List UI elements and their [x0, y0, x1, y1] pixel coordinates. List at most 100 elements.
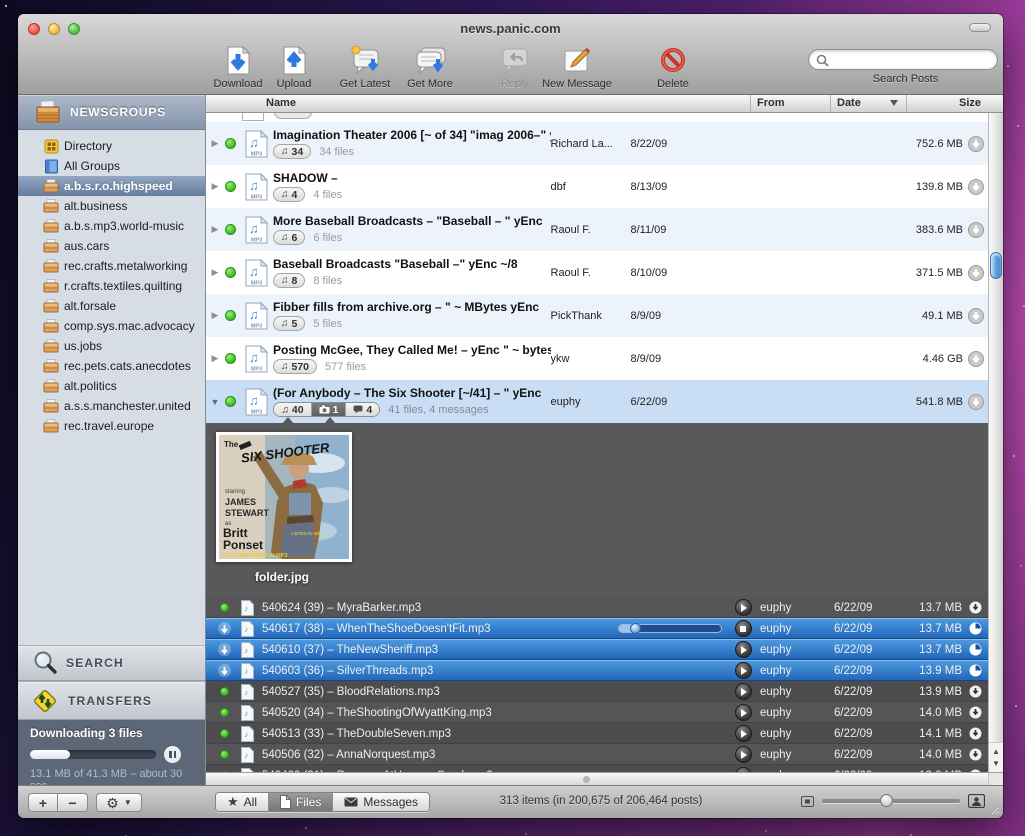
music-count-badge: ♫570 [273, 359, 317, 374]
play-button[interactable] [735, 746, 752, 763]
disclosure-collapsed-icon[interactable]: ▶ [209, 138, 221, 149]
get-more-button[interactable]: Get More [398, 46, 462, 90]
file-row[interactable]: ♪ 540513 (33) – TheDoubleSeven.mp3 euphy… [206, 723, 988, 744]
sidebar-group[interactable]: alt.politics [18, 376, 205, 396]
sidebar-group[interactable]: us.jobs [18, 336, 205, 356]
get-latest-button[interactable]: Get Latest [330, 46, 400, 90]
disclosure-collapsed-icon[interactable]: ▶ [209, 224, 221, 235]
new-message-button[interactable]: New Message [527, 46, 627, 90]
zoom-slider[interactable] [822, 799, 960, 803]
sidebar-group[interactable]: alt.business [18, 196, 205, 216]
column-from[interactable]: From [750, 95, 830, 112]
file-date: 6/22/09 [834, 707, 912, 719]
slider-thumb[interactable] [630, 623, 641, 634]
horizontal-scrollbar[interactable] [206, 772, 988, 785]
download-doc-icon [206, 46, 270, 78]
download-file-button[interactable] [962, 601, 988, 614]
scroll-up-arrow-icon[interactable]: ▲ [992, 747, 1000, 756]
sidebar-group[interactable]: rec.crafts.metalworking [18, 256, 205, 276]
download-thread-button[interactable] [968, 351, 984, 367]
download-thread-button[interactable] [968, 308, 984, 324]
download-thread-button[interactable] [968, 222, 984, 238]
horizontal-scroll-thumb[interactable] [583, 776, 590, 783]
download-file-button[interactable] [962, 748, 988, 761]
thread-row[interactable]: ▶ ♫MP3 Imagination Theater 2006 [~ of 34… [206, 122, 988, 165]
transfers-section-header[interactable]: TRANSFERS [18, 681, 205, 720]
disclosure-collapsed-icon[interactable]: ▶ [209, 267, 221, 278]
disclosure-expanded-icon[interactable]: ▼ [209, 397, 221, 407]
sidebar-group-label: rec.pets.cats.anecdotes [64, 359, 191, 373]
sidebar-group-selected[interactable]: a.b.s.r.o.highspeed [18, 176, 205, 196]
thread-row[interactable]: ▶ ♫MP3 Baseball Broadcasts "Baseball –" … [206, 251, 988, 294]
disclosure-collapsed-icon[interactable]: ▶ [209, 310, 221, 321]
sidebar-group[interactable]: rec.pets.cats.anecdotes [18, 356, 205, 376]
filter-files-tab[interactable]: Files [268, 793, 332, 811]
download-file-button[interactable] [962, 706, 988, 719]
disclosure-collapsed-icon[interactable]: ▶ [209, 353, 221, 364]
search-field[interactable] [808, 49, 998, 70]
file-row-selected[interactable]: ♪ 540617 (38) – WhenTheShoeDoesn'tFit.mp… [206, 618, 988, 639]
filter-all-tab[interactable]: ★All [216, 793, 268, 811]
vertical-scrollbar[interactable]: ▲▼ [988, 113, 1003, 772]
disclosure-collapsed-icon[interactable]: ▶ [209, 181, 221, 192]
play-button[interactable] [735, 641, 752, 658]
titlebar[interactable]: news.panic.com [18, 14, 1003, 44]
search-section-header[interactable]: SEARCH [18, 645, 205, 681]
download-file-button[interactable] [962, 685, 988, 698]
newsgroups-section-header[interactable]: NEWSGROUPS [18, 95, 205, 130]
upload-button[interactable]: Upload [262, 46, 326, 90]
download-thread-button[interactable] [968, 136, 984, 152]
column-size[interactable]: Size [906, 95, 1003, 112]
file-row[interactable]: ♪ 540527 (35) – BloodRelations.mp3 euphy… [206, 681, 988, 702]
zoom-slider-thumb[interactable] [880, 794, 893, 807]
sidebar-group[interactable]: comp.sys.mac.advocacy [18, 316, 205, 336]
sidebar-group[interactable]: r.crafts.textiles.quilting [18, 276, 205, 296]
file-row[interactable]: ♪ 540429 (31) – RevengeAtHarnessCreek.mp… [206, 765, 988, 772]
download-thread-button[interactable] [968, 179, 984, 195]
download-button[interactable]: Download [206, 46, 270, 90]
play-button[interactable] [735, 599, 752, 616]
partial-thread-row[interactable] [206, 113, 988, 122]
resize-grip[interactable] [987, 802, 1000, 815]
thread-row[interactable]: ▶ ♫MP3 Fibber fills from archive.org – "… [206, 294, 988, 337]
thread-row[interactable]: ▶ ♫MP3 SHADOW – ♫44 files dbf 8/13/09 13… [206, 165, 988, 208]
thumbnail-image[interactable]: The SIX SHOOTER starring JAMES STEWART a… [216, 432, 352, 562]
file-row[interactable]: ♪ 540520 (34) – TheShootingOfWyattKing.m… [206, 702, 988, 723]
remove-group-button[interactable]: − [58, 793, 88, 812]
file-row[interactable]: ♪ 540624 (39) – MyraBarker.mp3 euphy 6/2… [206, 597, 988, 618]
column-date-label: Date [837, 97, 861, 109]
download-file-button[interactable] [962, 727, 988, 740]
file-row[interactable]: ♪ 540506 (32) – AnnaNorquest.mp3 euphy 6… [206, 744, 988, 765]
sidebar-group[interactable]: aus.cars [18, 236, 205, 256]
add-group-button[interactable]: + [28, 793, 58, 812]
sidebar-group[interactable]: rec.travel.europe [18, 416, 205, 436]
download-thread-button[interactable] [968, 394, 984, 410]
thread-row[interactable]: ▶ ♫MP3 More Baseball Broadcasts – "Baseb… [206, 208, 988, 251]
play-button[interactable] [735, 662, 752, 679]
pause-button[interactable] [164, 746, 181, 763]
scroll-down-arrow-icon[interactable]: ▼ [992, 759, 1000, 768]
delete-button[interactable]: Delete [641, 46, 705, 90]
column-date[interactable]: Date [830, 95, 906, 112]
playback-progress-slider[interactable] [618, 624, 722, 633]
file-row-selected[interactable]: ♪ 540610 (37) – TheNewSheriff.mp3 euphy … [206, 639, 988, 660]
sidebar-group[interactable]: a.b.s.mp3.world-music [18, 216, 205, 236]
play-button[interactable] [735, 704, 752, 721]
sidebar-item-all-groups[interactable]: All Groups [18, 156, 205, 176]
action-menu-button[interactable]: ⚙▼ [96, 793, 142, 812]
toolbar-toggle-button[interactable] [969, 23, 991, 32]
sidebar-item-directory[interactable]: Directory [18, 136, 205, 156]
download-thread-button[interactable] [968, 265, 984, 281]
thread-title: (For Anybody – The Six Shooter [~/41] – … [273, 386, 551, 400]
sidebar-group[interactable]: alt.forsale [18, 296, 205, 316]
play-button[interactable] [735, 725, 752, 742]
sidebar-group[interactable]: a.s.s.manchester.united [18, 396, 205, 416]
thread-row[interactable]: ▶ ♫MP3 Posting McGee, They Called Me! – … [206, 337, 988, 380]
stop-button[interactable] [735, 620, 752, 637]
filter-messages-tab[interactable]: Messages [332, 793, 429, 811]
file-row-selected[interactable]: ♪ 540603 (36) – SilverThreads.mp3 euphy … [206, 660, 988, 681]
column-name[interactable]: Name [206, 95, 750, 112]
vertical-scroll-thumb[interactable] [990, 252, 1002, 279]
play-button[interactable] [735, 683, 752, 700]
search-input[interactable] [835, 52, 991, 66]
